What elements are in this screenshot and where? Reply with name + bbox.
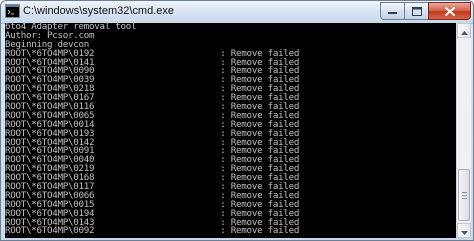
vertical-scrollbar[interactable] (456, 23, 471, 238)
maximize-button[interactable] (404, 2, 429, 20)
scroll-down-button[interactable] (457, 223, 471, 238)
console-output[interactable]: 6to4 Adapter removal tool Author: Pcsor.… (5, 23, 456, 238)
cmd-window: C:\windows\system32\cmd.exe 6to4 Adapter… (0, 0, 474, 241)
minimize-icon (388, 7, 397, 15)
scroll-thumb[interactable] (458, 169, 470, 221)
maximize-icon (411, 6, 422, 16)
title-bar[interactable]: C:\windows\system32\cmd.exe (1, 1, 473, 24)
cmd-icon[interactable] (5, 4, 20, 18)
close-icon (444, 6, 455, 16)
close-button[interactable] (428, 2, 471, 20)
thumb-grip (462, 198, 467, 199)
scroll-up-arrow-icon (460, 22, 468, 40)
thumb-grip (462, 192, 467, 193)
scroll-down-arrow-icon (460, 222, 468, 240)
thumb-grip (462, 195, 467, 196)
console-lines: 6to4 Adapter removal tool Author: Pcsor.… (5, 23, 299, 236)
console-line: ROOT\*6TO4MP\0092 : Remove failed (5, 225, 300, 237)
minimize-button[interactable] (380, 2, 405, 20)
window-title: C:\windows\system32\cmd.exe (23, 5, 174, 17)
scroll-up-button[interactable] (457, 23, 471, 38)
